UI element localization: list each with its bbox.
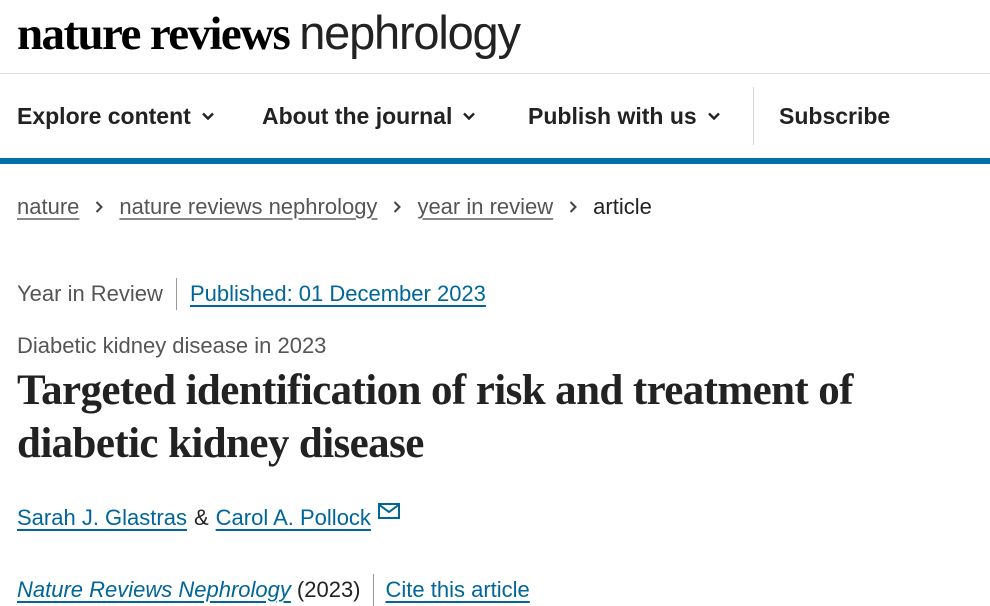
published-date-link[interactable]: Published: 01 December 2023 [190,281,486,307]
logo-bold-text: nature reviews [17,8,291,60]
nav-subscribe-label: Subscribe [779,102,891,129]
nav-explore-label: Explore content [17,102,191,129]
article-meta: Year in Review Published: 01 December 20… [17,278,486,310]
logo-light-text: nephrology [299,6,521,59]
chevron-down-icon [201,112,214,121]
chevron-right-icon [96,201,104,213]
breadcrumb-year-in-review[interactable]: year in review [417,194,553,220]
breadcrumb-nature[interactable]: nature [17,194,79,220]
article-subtitle: Diabetic kidney disease in 2023 [17,333,327,358]
breadcrumb-current: article [593,194,652,219]
chevron-right-icon [569,201,578,213]
citation-line: Nature Reviews Nephrology (2023) Cite th… [17,574,530,606]
meta-divider [175,278,177,310]
nav-publish-label: Publish with us [528,102,697,129]
author-link[interactable]: Sarah J. Glastras [17,505,187,531]
site-header: nature reviews nephrology Explore content… [0,0,990,164]
nav-about-journal[interactable]: About the journal [262,74,476,158]
article-type: Year in Review [17,281,163,306]
citation-divider [372,574,374,606]
logo-bar: nature reviews nephrology [0,0,990,74]
chevron-down-icon [707,112,720,121]
nav-publish-with-us[interactable]: Publish with us [528,74,721,158]
article-title: Targeted identification of risk and trea… [17,367,854,467]
author-separator: & [193,505,209,530]
journal-logo[interactable]: nature reviews nephrology [17,2,521,65]
nav-subscribe[interactable]: Subscribe [779,74,890,158]
chevron-down-icon [463,112,476,121]
nav-divider [753,87,754,145]
main-nav: Explore content About the journal Publis… [0,74,990,164]
author-list: Sarah J. Glastras & Carol A. Pollock [17,503,401,531]
nav-about-label: About the journal [262,102,453,129]
journal-link[interactable]: Nature Reviews Nephrology [17,577,291,603]
nav-explore-content[interactable]: Explore content [17,74,215,158]
chevron-right-icon [394,201,402,213]
citation-year: (2023) [296,577,361,602]
cite-this-article-link[interactable]: Cite this article [386,577,530,603]
author-link[interactable]: Carol A. Pollock [216,505,371,531]
mail-icon[interactable] [377,501,401,521]
breadcrumb-journal[interactable]: nature reviews nephrology [119,194,377,220]
breadcrumb: nature nature reviews nephrology year in… [17,194,652,220]
